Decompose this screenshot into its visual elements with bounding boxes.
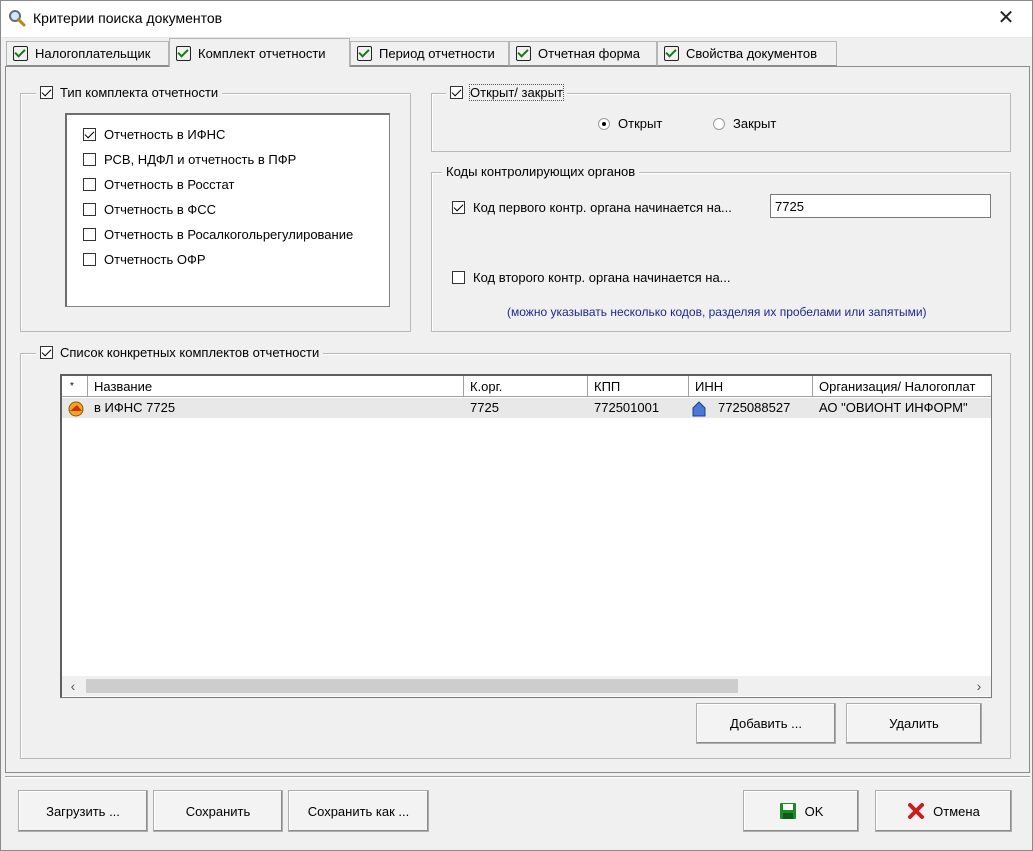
scroll-right-icon[interactable]: › <box>970 678 988 694</box>
col-header-name[interactable]: Название <box>88 376 464 397</box>
col-header-star[interactable]: * <box>62 376 88 397</box>
scroll-thumb[interactable] <box>86 679 738 693</box>
second-code-label: Код второго контр. органа начинается на.… <box>473 270 731 285</box>
radio-closed[interactable]: Закрыт <box>713 116 776 131</box>
second-code-option[interactable]: Код второго контр. органа начинается на.… <box>452 270 731 285</box>
col-header-kpp[interactable]: КПП <box>588 376 689 397</box>
list-item[interactable]: Отчетность в ФСС <box>83 202 216 217</box>
check-icon <box>664 46 679 61</box>
save-button[interactable]: Сохранить <box>153 790 283 832</box>
list-item[interactable]: Отчетность ОФР <box>83 252 206 267</box>
item-checkbox[interactable] <box>83 128 96 141</box>
window-title: Критерии поиска документов <box>33 10 223 26</box>
footer-separator <box>5 776 1030 778</box>
first-code-checkbox[interactable] <box>452 201 465 214</box>
save-as-button-label: Сохранить как ... <box>307 803 410 819</box>
second-code-checkbox[interactable] <box>452 271 465 284</box>
list-item[interactable]: Отчетность в Росалкогольрегулирование <box>83 227 353 242</box>
item-label: Отчетность в ФСС <box>104 202 217 217</box>
sets-list-legend-label: Список конкретных комплектов отчетности <box>60 345 320 360</box>
cell-korg: 7725 <box>470 400 499 415</box>
save-as-button[interactable]: Сохранить как ... <box>288 790 429 832</box>
open-closed-checkbox[interactable] <box>450 86 463 99</box>
cell-org: АО "ОВИОНТ ИНФОРМ" <box>819 400 968 415</box>
check-icon <box>13 46 28 61</box>
cell-name: в ИФНС 7725 <box>94 400 176 415</box>
col-header-korg[interactable]: К.орг. <box>464 376 588 397</box>
radio-closed-label: Закрыт <box>733 116 777 131</box>
report-type-checkbox[interactable] <box>40 86 53 99</box>
tab-report-form[interactable]: Отчетная форма <box>509 41 657 66</box>
org-house-icon <box>692 401 706 417</box>
sets-grid[interactable]: * Название К.орг. КПП ИНН Организация/ Н… <box>60 374 992 698</box>
report-type-listbox[interactable]: Отчетность в ИФНС РСВ, НДФЛ и отчетность… <box>65 113 390 307</box>
sets-list-legend[interactable]: Список конкретных комплектов отчетности <box>36 345 324 360</box>
magnifier-icon <box>8 9 26 27</box>
horizontal-scrollbar[interactable]: ‹ › <box>62 676 991 696</box>
control-codes-legend-label: Коды контролирующих органов <box>446 164 636 179</box>
close-button[interactable]: ✕ <box>994 6 1018 30</box>
tab-label: Период отчетности <box>379 46 495 61</box>
check-icon <box>176 45 191 61</box>
tab-report-set[interactable]: Комплект отчетности <box>169 38 350 67</box>
delete-button[interactable]: Удалить <box>846 703 982 744</box>
codes-hint: (можно указывать несколько кодов, раздел… <box>507 305 927 319</box>
add-button-label: Добавить ... <box>730 716 802 731</box>
item-checkbox[interactable] <box>83 153 96 166</box>
load-button[interactable]: Загрузить ... <box>18 790 148 832</box>
cancel-button[interactable]: Отмена <box>875 790 1012 832</box>
radio-open-dot[interactable] <box>598 117 610 130</box>
report-set-icon <box>67 400 85 418</box>
ok-button[interactable]: OK <box>743 790 859 832</box>
tab-doc-properties[interactable]: Свойства документов <box>657 41 837 66</box>
first-code-label: Код первого контр. органа начинается на.… <box>473 200 732 215</box>
first-code-input[interactable] <box>770 194 991 218</box>
scroll-left-icon[interactable]: ‹ <box>64 678 82 694</box>
cell-kpp: 772501001 <box>594 400 660 415</box>
item-label: Отчетность ОФР <box>104 252 206 267</box>
list-item[interactable]: РСВ, НДФЛ и отчетность в ПФР <box>83 152 296 167</box>
col-header-org[interactable]: Организация/ Налогоплат <box>813 376 991 397</box>
cancel-button-label: Отмена <box>933 803 980 819</box>
ok-button-label: OK <box>804 803 824 819</box>
item-label: Отчетность в ИФНС <box>104 127 226 142</box>
report-type-legend-label: Тип комплекта отчетности <box>60 85 219 100</box>
radio-open[interactable]: Открыт <box>598 116 662 131</box>
radio-open-label: Открыт <box>618 116 663 131</box>
item-checkbox[interactable] <box>83 203 96 216</box>
check-icon <box>516 46 531 61</box>
open-closed-legend[interactable]: Открыт/ закрыт <box>446 84 567 101</box>
tab-label: Отчетная форма <box>538 46 640 61</box>
list-item[interactable]: Отчетность в ИФНС <box>83 127 225 142</box>
delete-button-label: Удалить <box>889 716 939 731</box>
first-code-option[interactable]: Код первого контр. органа начинается на.… <box>452 200 732 215</box>
add-button[interactable]: Добавить ... <box>696 703 836 744</box>
radio-closed-dot[interactable] <box>713 117 725 130</box>
floppy-disk-icon <box>779 802 797 820</box>
item-checkbox[interactable] <box>83 228 96 241</box>
tab-taxpayer[interactable]: Налогоплательщик <box>6 41 169 66</box>
report-type-legend[interactable]: Тип комплекта отчетности <box>36 85 223 100</box>
sets-list-checkbox[interactable] <box>40 346 53 359</box>
tab-period[interactable]: Период отчетности <box>350 41 509 66</box>
item-label: Отчетность в Росстат <box>104 177 235 192</box>
tab-label: Налогоплательщик <box>35 46 151 61</box>
open-closed-legend-label: Открыт/ закрыт <box>469 84 564 101</box>
control-codes-legend: Коды контролирующих органов <box>442 164 640 179</box>
check-icon <box>357 46 372 61</box>
tab-label: Комплект отчетности <box>198 45 326 61</box>
save-button-label: Сохранить <box>185 803 251 819</box>
cell-inn: 7725088527 <box>718 400 791 415</box>
item-label: РСВ, НДФЛ и отчетность в ПФР <box>104 152 297 167</box>
load-button-label: Загрузить ... <box>46 803 120 819</box>
red-x-icon <box>907 802 925 820</box>
list-item[interactable]: Отчетность в Росстат <box>83 177 234 192</box>
item-checkbox[interactable] <box>83 253 96 266</box>
tab-label: Свойства документов <box>686 46 817 61</box>
item-label: Отчетность в Росалкогольрегулирование <box>104 227 354 242</box>
item-checkbox[interactable] <box>83 178 96 191</box>
col-header-inn[interactable]: ИНН <box>689 376 813 397</box>
